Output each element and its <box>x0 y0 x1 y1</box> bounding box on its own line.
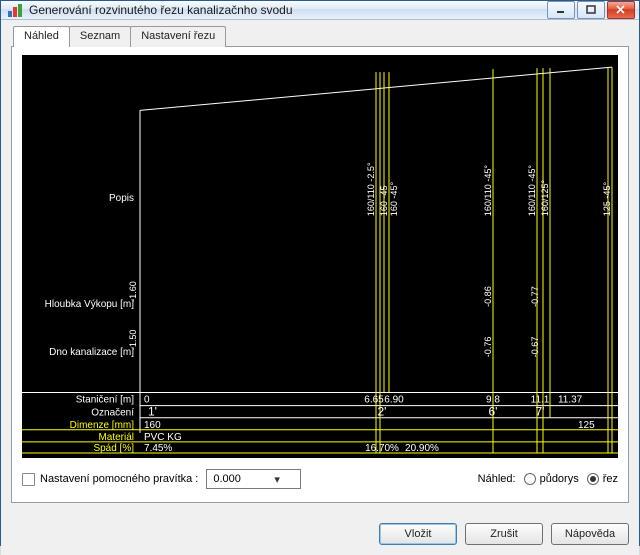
preview-mode-label: Náhled: <box>478 473 516 485</box>
label-material: Materiál <box>99 432 134 443</box>
section-preview[interactable]: Popis Hloubka Výkopu [m] Dno kanalizace … <box>22 55 618 458</box>
minimize-button[interactable] <box>547 1 575 19</box>
val-spad-3: 20.90% <box>405 443 439 454</box>
val-hloubka-0: -1.60 <box>128 281 138 302</box>
help-button[interactable]: Nápověda <box>551 523 629 545</box>
tab-panel-preview: Popis Hloubka Výkopu [m] Dno kanalizace … <box>11 46 629 503</box>
tab-list[interactable]: Seznam <box>69 26 131 47</box>
label-oznaceni: Označení <box>91 408 134 419</box>
radio-section-label: řez <box>603 473 618 485</box>
val-ozn-7: 7' <box>536 405 545 419</box>
val-dno-0: -1.50 <box>128 330 138 351</box>
val-dim-1: 160 <box>144 420 161 431</box>
val-dno-6: -0.76 <box>483 337 493 358</box>
titlebar: Generování rozvinutého řezu kanalizačnho… <box>1 1 639 20</box>
radio-plan-label: půdorys <box>540 473 579 485</box>
insert-button[interactable]: Vložit <box>379 523 457 545</box>
options-row: Nastavení pomocného pravítka : 0.000 ▾ N… <box>22 468 618 490</box>
radio-dot <box>587 473 599 485</box>
label-dimenze: Dimenze [mm] <box>70 420 135 431</box>
val-stan-8: 11.37 <box>558 395 583 406</box>
val-material: PVC KG <box>144 432 182 443</box>
popis-7b: 160/125° <box>540 179 550 216</box>
val-spad-2: 16.70% <box>365 443 399 454</box>
checkbox-box <box>22 473 35 486</box>
window-controls <box>547 1 635 19</box>
radio-plan[interactable]: půdorys <box>524 473 579 485</box>
tabstrip: Náhled Seznam Nastavení řezu <box>11 26 629 47</box>
maximize-button[interactable] <box>577 1 605 19</box>
popis-7a: 160/110 -45° <box>527 165 537 217</box>
val-dno-7: -0.67 <box>530 337 540 358</box>
radio-section[interactable]: řez <box>587 473 618 485</box>
val-hloubka-7: -0.77 <box>530 286 540 307</box>
ruler-value: 0.000 <box>207 473 254 485</box>
ruler-value-combo[interactable]: 0.000 ▾ <box>206 469 301 489</box>
ruler-checkbox[interactable]: Nastavení pomocného pravítka : <box>22 473 198 486</box>
help-button-label: Nápověda <box>565 528 615 540</box>
client-area: Náhled Seznam Nastavení řezu <box>1 20 639 513</box>
popis-6: 160/110 -45° <box>483 165 493 217</box>
app-window: Generování rozvinutého řezu kanalizačnho… <box>0 0 640 546</box>
popis-2a: 160/110 -2.5° <box>366 162 376 216</box>
val-dim-8: 125 <box>578 420 595 431</box>
dialog-buttons: Vložit Zrušit Nápověda <box>1 513 639 555</box>
label-dno: Dno kanalizace [m] <box>49 347 134 358</box>
tab-section-settings-label: Nastavení řezu <box>141 30 215 42</box>
radio-dot <box>524 473 536 485</box>
chevron-down-icon: ▾ <box>254 470 301 488</box>
val-ozn-6: 6' <box>489 405 498 419</box>
tab-list-label: Seznam <box>80 30 120 42</box>
label-staniceni: Staničení [m] <box>76 395 134 406</box>
label-hloubka: Hloubka Výkopu [m] <box>45 299 135 310</box>
val-stan-2b: 6.90 <box>384 395 404 406</box>
popis-8: 125 -45° <box>602 181 612 216</box>
val-hloubka-6: -0.86 <box>483 286 493 307</box>
label-popis: Popis <box>109 193 134 204</box>
tab-preview[interactable]: Náhled <box>13 26 70 47</box>
tab-preview-label: Náhled <box>24 30 59 42</box>
window-title: Generování rozvinutého řezu kanalizačnho… <box>29 3 547 17</box>
val-ozn-2: 2' <box>378 405 387 419</box>
ruler-checkbox-label: Nastavení pomocného pravítka : <box>40 473 198 485</box>
val-spad-1: 7.45% <box>144 443 172 454</box>
val-ozn-1: 1' <box>148 405 157 419</box>
app-icon <box>7 2 23 18</box>
cancel-button-label: Zrušit <box>490 528 518 540</box>
cancel-button[interactable]: Zrušit <box>465 523 543 545</box>
close-button[interactable] <box>607 1 635 19</box>
tab-section-settings[interactable]: Nastavení řezu <box>130 26 226 47</box>
popis-2b: 160 -45 <box>379 186 389 217</box>
label-spad: Spád [%] <box>93 443 134 454</box>
popis-2c: 160 -45° <box>389 181 399 216</box>
insert-button-label: Vložit <box>405 528 432 540</box>
